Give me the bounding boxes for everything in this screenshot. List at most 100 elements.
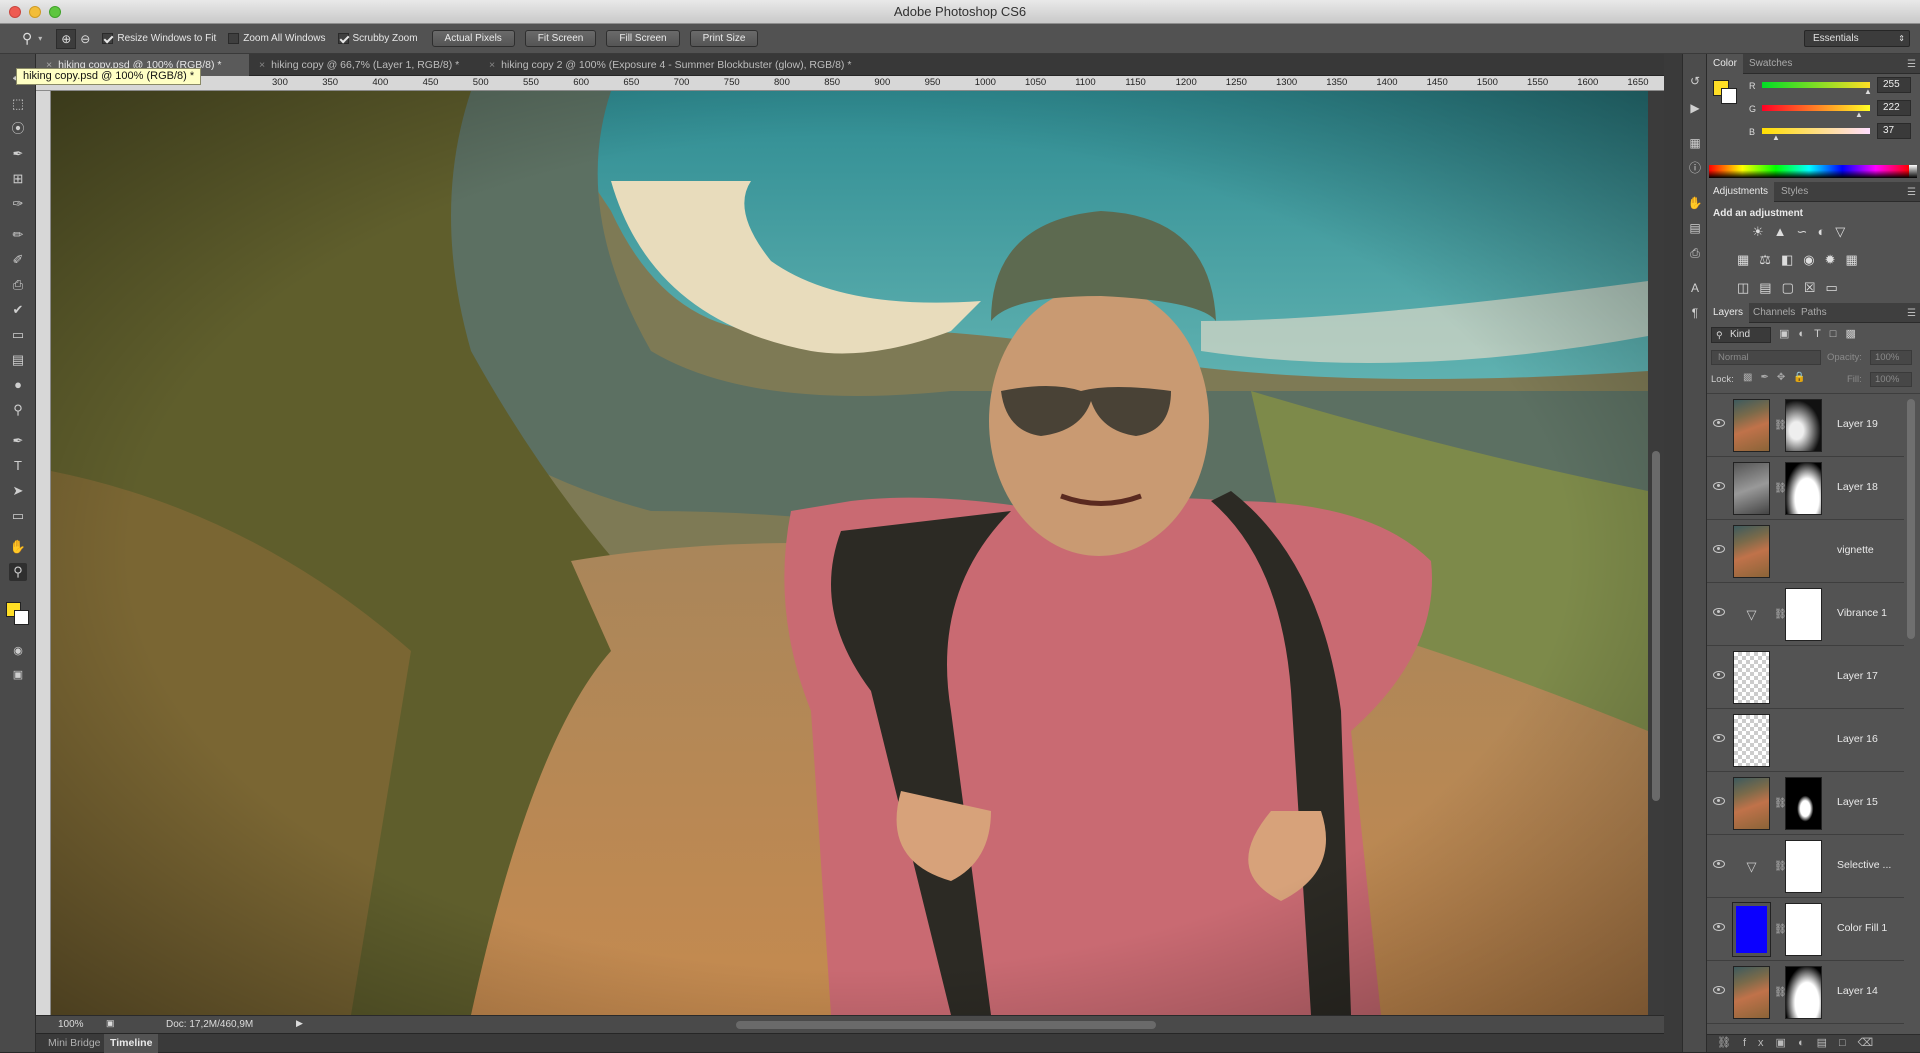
healing-brush-tool-icon[interactable]: ✏ [9, 226, 27, 244]
layer-row[interactable]: ▽ ⛓ Selective ... [1707, 835, 1904, 898]
curves-icon[interactable]: ∽ [1797, 224, 1818, 239]
marquee-tool-icon[interactable]: ⬚ [9, 95, 27, 113]
visibility-eye-icon[interactable] [1713, 482, 1725, 490]
visibility-eye-icon[interactable] [1713, 860, 1725, 868]
type-tool-icon[interactable]: T [9, 457, 27, 475]
fit-screen-button[interactable]: Fit Screen [524, 30, 597, 47]
panel-menu-icon[interactable]: ☰ [1907, 308, 1916, 319]
shape-filter-icon[interactable]: □ [1830, 328, 1846, 340]
eyedropper-tool-icon[interactable]: ✑ [9, 195, 27, 213]
layer-mask-thumbnail[interactable] [1785, 840, 1822, 893]
add-mask-icon[interactable]: ▣ [1776, 1037, 1798, 1049]
blur-tool-icon[interactable]: ● [9, 376, 27, 394]
color-ramp[interactable] [1709, 165, 1909, 178]
layer-thumbnail[interactable] [1733, 525, 1770, 578]
fill-screen-button[interactable]: Fill Screen [606, 30, 680, 47]
character-icon[interactable]: A [1686, 279, 1704, 297]
horizontal-scroll-thumb[interactable] [736, 1021, 1156, 1029]
layer-row[interactable]: ⛓ Layer 18 [1707, 457, 1904, 520]
clone-source-icon[interactable]: ⎙ [1686, 244, 1704, 262]
doc-tab-3[interactable]: × hiking copy 2 @ 100% (Exposure 4 - Summ… [479, 54, 919, 76]
layer-thumbnail[interactable] [1732, 902, 1771, 957]
lock-all-icon[interactable]: 🔒 [1793, 372, 1813, 383]
layer-row[interactable]: ⛓ Layer 14 [1707, 961, 1904, 1024]
layer-thumbnail[interactable]: ▽ [1733, 840, 1770, 893]
brush-panel-icon[interactable]: ▤ [1686, 219, 1704, 237]
blue-slider-thumb-icon[interactable]: ▲ [1772, 133, 1780, 142]
quick-mask-icon[interactable]: ◉ [9, 642, 27, 660]
visibility-eye-icon[interactable] [1713, 419, 1725, 427]
visibility-eye-icon[interactable] [1713, 608, 1725, 616]
tab-layers[interactable]: Layers [1707, 303, 1750, 323]
visibility-eye-icon[interactable] [1713, 671, 1725, 679]
zoom-out-icon[interactable]: ⊖ [80, 32, 90, 46]
green-slider-thumb-icon[interactable]: ▲ [1855, 110, 1863, 119]
opacity-field[interactable]: 100% [1870, 350, 1912, 365]
link-layers-icon[interactable]: ⛓ [1717, 1037, 1743, 1049]
zoom-tool-selected-icon[interactable]: ⚲ [9, 563, 27, 581]
smart-object-filter-icon[interactable]: ▩ [1845, 328, 1864, 340]
layer-thumbnail[interactable] [1733, 651, 1770, 704]
color-bg-swatch[interactable] [1721, 88, 1737, 104]
layer-row[interactable]: vignette [1707, 520, 1904, 583]
close-window-button[interactable] [9, 6, 21, 18]
hand-tool-icon[interactable]: ✋ [9, 538, 27, 556]
brush-tool-icon[interactable]: ✐ [9, 251, 27, 269]
color-balance-icon[interactable]: ⚖ [1759, 252, 1781, 267]
lasso-tool-icon[interactable]: ⦿ [9, 120, 27, 138]
layer-thumbnail[interactable] [1733, 399, 1770, 452]
eraser-tool-icon[interactable]: ▭ [9, 326, 27, 344]
threshold-icon[interactable]: ▢ [1782, 280, 1804, 295]
blend-mode-select[interactable]: Normal [1711, 350, 1821, 365]
black-white-icon[interactable]: ◧ [1781, 252, 1803, 267]
panel-menu-icon[interactable]: ☰ [1907, 59, 1916, 70]
hue-saturation-icon[interactable]: ▦ [1737, 252, 1759, 267]
lock-image-icon[interactable]: ✒ [1760, 372, 1776, 383]
layer-filter-kind[interactable]: ⚲ Kind [1711, 327, 1771, 343]
channel-mixer-icon[interactable]: ✹ [1825, 252, 1846, 267]
info-panel-icon[interactable]: ⓘ [1686, 159, 1704, 177]
layer-mask-thumbnail[interactable] [1785, 588, 1822, 641]
panel-menu-icon[interactable]: ☰ [1907, 187, 1916, 198]
grayscale-ramp[interactable] [1909, 165, 1917, 178]
layer-mask-thumbnail[interactable] [1785, 777, 1822, 830]
actions-icon[interactable]: ▶ [1686, 99, 1704, 117]
rectangle-tool-icon[interactable]: ▭ [9, 507, 27, 525]
clone-stamp-tool-icon[interactable]: ⎙ [9, 276, 27, 294]
workspace-switcher[interactable]: Essentials ⇕ [1804, 30, 1910, 47]
zoom-window-button[interactable] [49, 6, 61, 18]
blue-value-field[interactable]: 37 [1877, 123, 1911, 139]
brightness-icon[interactable]: ☀ [1752, 224, 1774, 239]
background-color-swatch[interactable] [14, 610, 29, 625]
history-icon[interactable]: ↺ [1686, 72, 1704, 90]
gradient-map-icon[interactable]: ▭ [1826, 280, 1848, 295]
layer-mask-thumbnail[interactable] [1785, 399, 1822, 452]
zoom-level[interactable]: 100% [58, 1019, 84, 1030]
resize-windows-checkbox[interactable]: Resize Windows to Fit [102, 33, 216, 44]
tool-preset-dropdown-icon[interactable]: ▾ [38, 34, 42, 43]
trash-icon[interactable]: ⌫ [1858, 1037, 1886, 1049]
green-slider[interactable] [1762, 105, 1870, 111]
timeline-tab[interactable]: Timeline [104, 1034, 159, 1053]
zoom-in-icon[interactable]: ⊕ [56, 28, 77, 49]
exposure-icon[interactable]: ◐ [1817, 224, 1835, 239]
vibrance-icon[interactable]: ▽ [1835, 224, 1855, 239]
close-tab-icon[interactable]: × [489, 59, 495, 71]
history-brush-tool-icon[interactable]: ✔ [9, 301, 27, 319]
visibility-eye-icon[interactable] [1713, 797, 1725, 805]
fx-icon[interactable]: fx [1743, 1037, 1776, 1049]
doc-tab-2[interactable]: × hiking copy @ 66,7% (Layer 1, RGB/8) * [249, 54, 479, 76]
minimize-window-button[interactable] [29, 6, 41, 18]
tab-channels[interactable]: Channels [1747, 303, 1801, 323]
fill-field[interactable]: 100% [1870, 372, 1912, 387]
layer-thumbnail[interactable] [1733, 777, 1770, 830]
photo-filter-icon[interactable]: ◉ [1803, 252, 1824, 267]
layer-thumbnail[interactable] [1733, 462, 1770, 515]
invert-icon[interactable]: ◫ [1737, 280, 1759, 295]
tab-styles[interactable]: Styles [1775, 182, 1814, 202]
visibility-eye-icon[interactable] [1713, 545, 1725, 553]
color-lookup-icon[interactable]: ▦ [1846, 252, 1868, 267]
print-size-button[interactable]: Print Size [689, 30, 759, 47]
layer-row[interactable]: ⛓ Color Fill 1 [1707, 898, 1904, 961]
paragraph-icon[interactable]: ¶ [1686, 304, 1704, 322]
